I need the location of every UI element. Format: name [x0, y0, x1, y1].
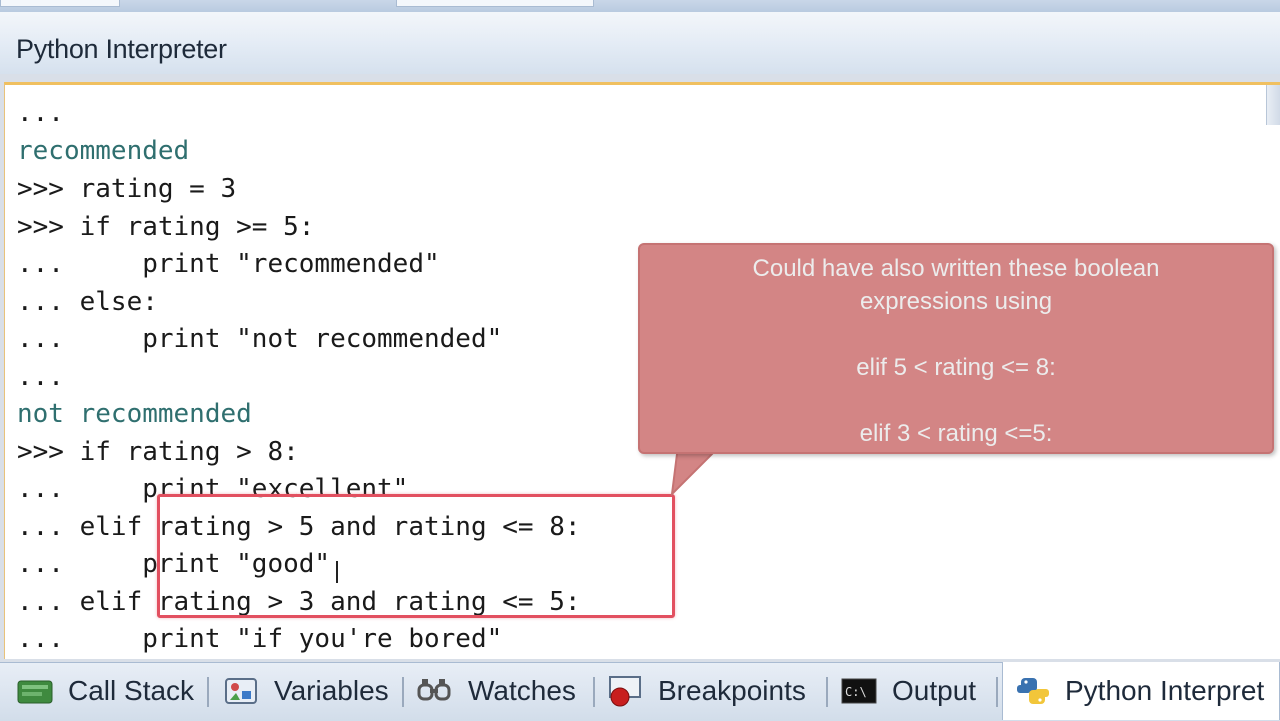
watches-icon [416, 675, 456, 707]
tab-divider [207, 677, 209, 707]
callout-text-line: Could have also written these boolean [752, 255, 1160, 282]
console-line: >>> rating = 3 [17, 174, 237, 204]
bottom-tab-bar: Call Stack Variables Watches Breakpoints… [0, 662, 1280, 721]
text-cursor-icon [336, 561, 338, 583]
variables-icon [222, 675, 262, 707]
tab-variables[interactable]: Variables [222, 663, 389, 719]
tab-python-interpreter[interactable]: Python Interpret [1002, 662, 1280, 720]
callout-text-line: elif 3 < rating <=5: [859, 420, 1053, 447]
top-document-tab-1[interactable] [0, 0, 120, 7]
panel-header: Python Interpreter [0, 12, 1280, 75]
svg-text:C:\: C:\ [845, 685, 867, 699]
console-line: >>> if rating > 8: [17, 437, 299, 467]
tab-label: Call Stack [68, 675, 195, 706]
callout-text-line: elif 5 < rating <= 8: [856, 354, 1056, 381]
annotation-highlight-box [157, 494, 675, 618]
console-output-line: not recommended [17, 399, 252, 429]
console-line: ... print "not recommended" [17, 324, 503, 354]
top-document-tab-2[interactable] [396, 0, 594, 7]
console-line: ... [17, 98, 64, 128]
annotation-callout: Could have also written these boolean ex… [638, 243, 1274, 454]
tab-divider [593, 677, 595, 707]
console-line: ... [17, 362, 64, 392]
tab-label: Breakpoints [658, 675, 806, 706]
tab-label: Variables [274, 675, 389, 706]
python-logo-icon [1013, 675, 1053, 707]
tab-label: Watches [468, 675, 576, 706]
tab-divider [826, 677, 828, 707]
console-window-icon: C:\ [840, 675, 880, 707]
console-line: ... else: [17, 287, 158, 317]
tab-label: Python Interpret [1065, 675, 1265, 706]
tab-breakpoints[interactable]: Breakpoints [606, 663, 806, 719]
tab-call-stack[interactable]: Call Stack [16, 663, 194, 719]
console-line: ... print "if you're bored" [17, 624, 503, 654]
tab-watches[interactable]: Watches [416, 663, 576, 719]
tab-divider [996, 677, 998, 707]
panel-title: Python Interpreter [16, 34, 227, 64]
tab-label: Output [892, 675, 977, 706]
tab-output[interactable]: C:\ Output [840, 663, 976, 719]
console-line: >>> if rating >= 5: [17, 212, 315, 242]
scrollbar[interactable] [1266, 85, 1280, 125]
tab-divider [402, 677, 404, 707]
console-output-line: recommended [17, 136, 190, 166]
call-stack-icon [16, 675, 56, 707]
callout-text-line: expressions using [859, 288, 1053, 315]
console-line: ... print "recommended" [17, 249, 440, 279]
breakpoints-icon [606, 675, 646, 707]
